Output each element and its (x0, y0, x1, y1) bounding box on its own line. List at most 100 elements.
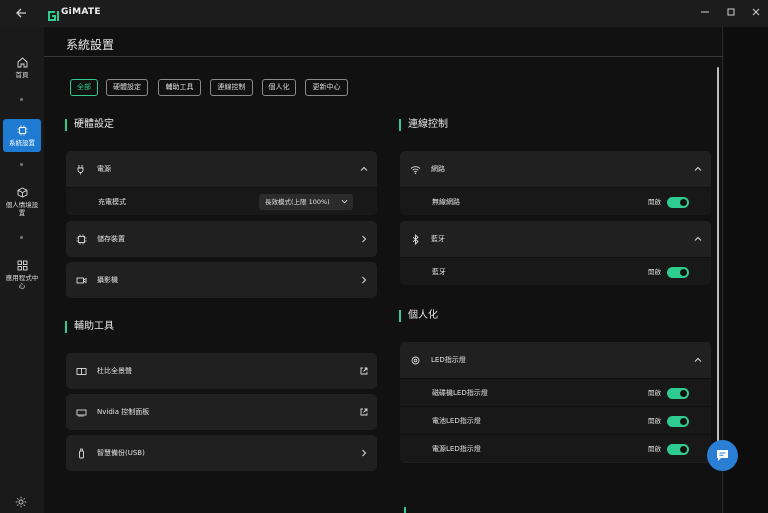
power-led-label: 電源LED指示燈 (432, 445, 481, 453)
back-arrow-icon[interactable] (14, 5, 30, 21)
tab-hardware[interactable]: 硬體設定 (106, 79, 148, 96)
dolby-label: 杜比全景聲 (97, 367, 132, 375)
sidebar-item-personal-scenario[interactable]: 個人情境設置 (3, 187, 41, 225)
network-card: 網路 無線網路 開啟 (400, 151, 711, 215)
charge-mode-value: 長效模式(上限 100%) (265, 198, 330, 206)
sidebar-item-label: 首頁 (15, 71, 29, 79)
tab-connection[interactable]: 連線控制 (210, 79, 253, 96)
usb-drive-icon (79, 448, 84, 459)
battery-led-row: 電池LED指示燈 開啟 (400, 406, 711, 434)
hardware-section-title: 硬體設定 (65, 119, 114, 131)
storage-card[interactable]: 儲存裝置 (66, 221, 377, 257)
led-card: LED指示燈 磁碟機LED指示燈 開啟 電池LED指示燈 開啟 電源LED指示燈… (400, 342, 711, 463)
section-accent-bar (404, 507, 406, 513)
power-card: 電源 充電模式 長效模式(上限 100%) (66, 151, 377, 215)
cube-icon (17, 187, 27, 198)
external-link-icon (360, 367, 368, 375)
chevron-up-icon[interactable] (694, 235, 702, 243)
magnetic-led-row: 磁碟機LED指示燈 開啟 (400, 378, 711, 406)
gimate-logo-icon (46, 7, 60, 21)
charge-mode-label: 充電模式 (98, 198, 126, 206)
wifi-state-label: 開啟 (648, 198, 661, 206)
camera-card[interactable]: 攝影機 (66, 262, 377, 298)
bluetooth-row[interactable]: 藍牙 (400, 221, 711, 257)
close-icon[interactable] (747, 4, 765, 20)
main-content: 系統設置 全部 硬體設定 輔助工具 連線控制 個人化 更新中心 硬體設定 電源 … (44, 27, 723, 513)
power-led-state-label: 開啟 (648, 445, 661, 453)
camera-label: 攝影機 (97, 276, 118, 284)
power-row[interactable]: 電源 (66, 151, 377, 187)
chevron-up-icon[interactable] (694, 356, 702, 364)
magnetic-led-toggle[interactable] (667, 388, 689, 399)
scrollbar[interactable] (717, 67, 719, 467)
sidebar: 首頁 系統設置 個人情境設置 應用程式中心 (0, 27, 44, 513)
power-plug-icon (77, 165, 84, 175)
wifi-label: 無線網路 (432, 198, 460, 206)
bluetooth-sub-row: 藍牙 開啟 (400, 257, 711, 285)
graphics-card-icon (76, 409, 87, 417)
next-section-title-cutoff (404, 503, 494, 513)
charge-mode-dropdown[interactable]: 長效模式(上限 100%) (259, 194, 353, 210)
dolby-icon (76, 368, 87, 375)
settings-gear-icon[interactable] (15, 493, 27, 512)
external-link-icon (360, 408, 368, 416)
chevron-right-icon (362, 235, 367, 243)
grid-icon (17, 260, 27, 271)
bluetooth-label: 藍牙 (431, 235, 445, 243)
chevron-right-icon (362, 276, 367, 284)
sidebar-separator-dot (20, 236, 23, 239)
sidebar-item-home[interactable]: 首頁 (3, 57, 41, 87)
backup-card[interactable]: 智慧備份(USB) (66, 435, 377, 471)
magnetic-led-state-label: 開啟 (648, 389, 661, 397)
chip-icon (17, 125, 27, 136)
sidebar-item-system-settings[interactable]: 系統設置 (3, 119, 41, 152)
connection-section-title: 連線控制 (399, 119, 448, 131)
network-row[interactable]: 網路 (400, 151, 711, 187)
tab-personal[interactable]: 個人化 (262, 79, 296, 96)
chat-button[interactable] (707, 440, 738, 471)
tools-section-title: 輔助工具 (65, 321, 114, 333)
tab-all[interactable]: 全部 (70, 79, 98, 96)
chevron-up-icon[interactable] (694, 165, 702, 173)
nvidia-card[interactable]: Nvidia 控制面板 (66, 394, 377, 430)
chip-icon (76, 234, 87, 245)
charge-mode-row: 充電模式 長效模式(上限 100%) (66, 187, 377, 215)
minimize-icon[interactable] (696, 4, 714, 20)
led-row[interactable]: LED指示燈 (400, 342, 711, 378)
power-led-toggle[interactable] (667, 444, 689, 455)
nvidia-label: Nvidia 控制面板 (97, 408, 150, 416)
battery-led-label: 電池LED指示燈 (432, 417, 481, 425)
led-label: LED指示燈 (431, 356, 466, 364)
bluetooth-icon (412, 234, 419, 245)
magnetic-led-label: 磁碟機LED指示燈 (432, 389, 488, 397)
sidebar-item-label: 個人情境設置 (5, 201, 39, 217)
page-title: 系統設置 (66, 38, 115, 52)
sidebar-separator-dot (20, 163, 23, 166)
wifi-icon (410, 166, 421, 174)
maximize-icon[interactable] (722, 4, 740, 20)
battery-led-state-label: 開啟 (648, 417, 661, 425)
home-icon (17, 57, 27, 68)
chat-bubble-icon (717, 450, 728, 461)
title-divider (44, 56, 723, 57)
tab-update-center[interactable]: 更新中心 (305, 79, 348, 96)
sidebar-item-label: 系統設置 (9, 139, 35, 147)
sidebar-item-label: 應用程式中心 (5, 274, 39, 290)
app-name: GiMATE (61, 7, 101, 17)
chevron-down-icon (341, 199, 348, 204)
bluetooth-toggle[interactable] (667, 267, 689, 278)
wifi-toggle[interactable] (667, 197, 689, 208)
battery-led-toggle[interactable] (667, 416, 689, 427)
network-label: 網路 (431, 165, 445, 173)
sidebar-separator-dot (20, 98, 23, 101)
camera-icon (76, 277, 87, 284)
app-window: GiMATE 首頁 系統設置 個人情境設置 應用程式中心 系統設置 全部 硬體設… (0, 0, 768, 513)
storage-label: 儲存裝置 (97, 235, 125, 243)
chevron-up-icon[interactable] (360, 165, 368, 173)
dolby-card[interactable]: 杜比全景聲 (66, 353, 377, 389)
led-light-icon (411, 356, 420, 365)
wifi-row: 無線網路 開啟 (400, 187, 711, 215)
bluetooth-card: 藍牙 藍牙 開啟 (400, 221, 711, 285)
sidebar-item-app-center[interactable]: 應用程式中心 (3, 260, 41, 298)
tab-tools[interactable]: 輔助工具 (158, 79, 201, 96)
